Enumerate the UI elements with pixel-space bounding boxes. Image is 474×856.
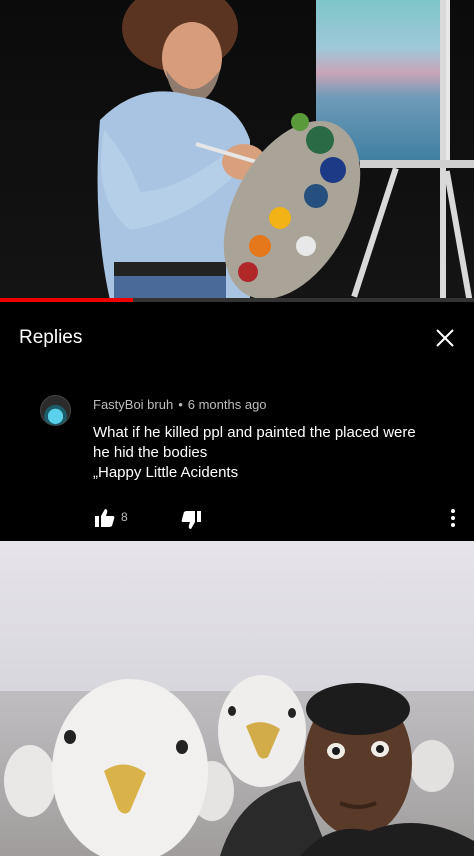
seagulls-illustration [0, 675, 474, 856]
video-progress-fill [0, 298, 133, 302]
comment-author[interactable]: FastyBoi bruh [93, 397, 173, 412]
comment-text: What if he killed ppl and painted the pl… [93, 423, 458, 483]
more-vertical-icon[interactable] [445, 506, 461, 530]
comment-actions: 8 [93, 506, 463, 530]
thumbs-up-icon[interactable] [93, 506, 117, 530]
video-progress-bar[interactable] [0, 298, 474, 302]
avatar[interactable] [40, 395, 71, 426]
comment-time: 6 months ago [187, 397, 267, 412]
reaction-image [0, 541, 474, 856]
like-count: 8 [121, 510, 128, 524]
comment-line: he hid the bodies [93, 444, 208, 461]
comment-line: „Happy Little Acidents [93, 464, 239, 481]
comment-meta: FastyBoi bruh • 6 months ago [93, 397, 267, 412]
meta-separator: • [178, 397, 183, 412]
replies-title: Replies [19, 327, 83, 348]
close-icon[interactable] [430, 323, 460, 353]
replies-header: Replies [0, 303, 474, 367]
thumbs-down-icon[interactable] [179, 508, 203, 532]
comment-line: What if he killed ppl and painted the pl… [93, 424, 416, 441]
reply-comment: FastyBoi bruh • 6 months ago What if he ki… [0, 367, 474, 541]
video-player[interactable] [0, 0, 474, 302]
painter-figure [97, 0, 361, 302]
